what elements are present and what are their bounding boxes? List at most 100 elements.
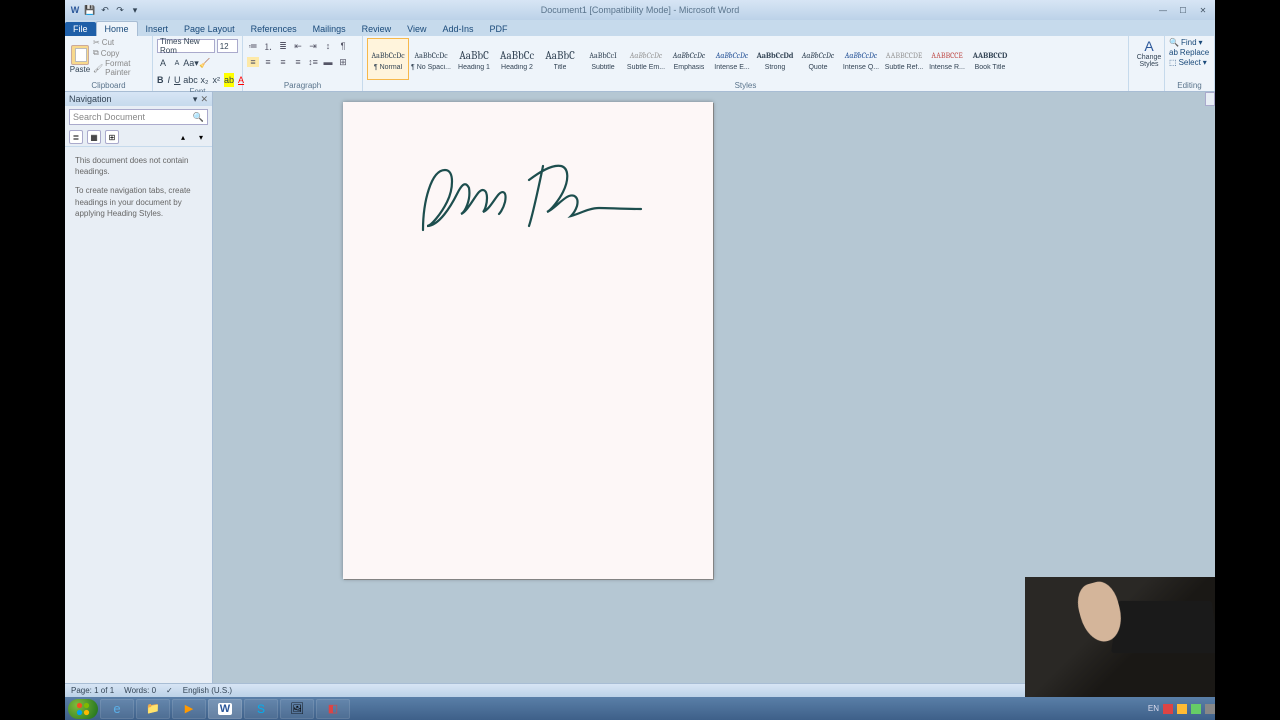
- tab-insert[interactable]: Insert: [138, 22, 177, 36]
- style--no-spaci-[interactable]: AaBbCcDc¶ No Spaci...: [410, 38, 452, 80]
- line-spacing-icon[interactable]: ↕≡: [307, 57, 319, 67]
- status-language[interactable]: English (U.S.): [183, 686, 232, 695]
- format-painter-button[interactable]: 🖌 Format Painter: [93, 59, 148, 77]
- style-emphasis[interactable]: AaBbCcDcEmphasis: [668, 38, 710, 80]
- tab-review[interactable]: Review: [354, 22, 400, 36]
- save-icon[interactable]: 💾: [84, 4, 96, 16]
- tab-view[interactable]: View: [399, 22, 434, 36]
- change-case-icon[interactable]: Aa▾: [185, 56, 197, 70]
- style-heading-2[interactable]: AaBbCcHeading 2: [496, 38, 538, 80]
- strike-button[interactable]: abc: [185, 73, 197, 87]
- search-icon[interactable]: 🔍: [193, 112, 204, 123]
- redo-icon[interactable]: ↷: [114, 4, 126, 16]
- justify-icon[interactable]: ≡: [292, 57, 304, 67]
- style-subtle-em-[interactable]: AaBbCcDcSubtle Em...: [625, 38, 667, 80]
- tab-references[interactable]: References: [243, 22, 305, 36]
- align-center-icon[interactable]: ≡: [262, 57, 274, 67]
- styles-group: AaBbCcDc¶ NormalAaBbCcDc¶ No Spaci...AaB…: [363, 36, 1129, 91]
- style--normal[interactable]: AaBbCcDc¶ Normal: [367, 38, 409, 80]
- align-left-icon[interactable]: ≡: [247, 57, 259, 67]
- tray-lang[interactable]: EN: [1148, 704, 1159, 714]
- ruler-toggle[interactable]: [1205, 92, 1215, 106]
- highlight-button[interactable]: ab: [224, 73, 234, 87]
- style-intense-q-[interactable]: AaBbCcDcIntense Q...: [840, 38, 882, 80]
- style-subtitle[interactable]: AaBbCcISubtitle: [582, 38, 624, 80]
- undo-icon[interactable]: ↶: [99, 4, 111, 16]
- borders-icon[interactable]: ⊞: [337, 57, 349, 68]
- style-book-title[interactable]: AABBCCDBook Title: [969, 38, 1011, 80]
- replace-button[interactable]: ab Replace: [1169, 48, 1210, 57]
- taskbar-skype[interactable]: S: [244, 699, 278, 719]
- window-title: Document1 [Compatibility Mode] - Microso…: [541, 5, 739, 15]
- taskbar-app[interactable]: ◧: [316, 699, 350, 719]
- indent-icon[interactable]: ⇥: [307, 41, 319, 52]
- nav-up-icon[interactable]: ▴: [176, 130, 190, 144]
- style-strong[interactable]: AaBbCcDdStrong: [754, 38, 796, 80]
- taskbar-ie[interactable]: e: [100, 699, 134, 719]
- taskbar-word[interactable]: W: [208, 699, 242, 719]
- style-subtle-ref-[interactable]: AABBCCDESubtle Ref...: [883, 38, 925, 80]
- align-right-icon[interactable]: ≡: [277, 57, 289, 67]
- clear-format-icon[interactable]: 🧹: [199, 56, 211, 70]
- multilevel-icon[interactable]: ≣: [277, 41, 289, 52]
- italic-button[interactable]: I: [168, 73, 171, 87]
- underline-button[interactable]: U: [174, 73, 181, 87]
- maximize-icon[interactable]: ☐: [1175, 6, 1191, 15]
- paste-button[interactable]: Paste: [69, 38, 91, 80]
- nav-tab-results[interactable]: ⊞: [105, 130, 119, 144]
- sort-icon[interactable]: ↕: [322, 41, 334, 51]
- dedent-icon[interactable]: ⇤: [292, 41, 304, 52]
- nav-dropdown-icon[interactable]: ▾: [193, 94, 198, 105]
- document-page[interactable]: [343, 102, 713, 579]
- taskbar-pictures[interactable]: 🖼: [280, 699, 314, 719]
- status-words[interactable]: Words: 0: [124, 686, 156, 695]
- subscript-button[interactable]: x₂: [201, 73, 209, 87]
- tray-icon-2[interactable]: [1177, 704, 1187, 714]
- style-intense-r-[interactable]: AABBCCEIntense R...: [926, 38, 968, 80]
- nav-tab-headings[interactable]: ≣: [69, 130, 83, 144]
- minimize-icon[interactable]: —: [1155, 6, 1171, 15]
- style-heading-1[interactable]: AaBbCHeading 1: [453, 38, 495, 80]
- font-size-select[interactable]: 12: [217, 39, 238, 53]
- change-styles-button[interactable]: A Change Styles: [1133, 38, 1165, 68]
- nav-empty-msg1: This document does not contain headings.: [75, 155, 202, 177]
- tab-pdf[interactable]: PDF: [482, 22, 516, 36]
- tab-addins[interactable]: Add-Ins: [435, 22, 482, 36]
- superscript-button[interactable]: x²: [213, 73, 221, 87]
- shrink-font-icon[interactable]: A: [171, 56, 183, 70]
- style-title[interactable]: AaBbCTitle: [539, 38, 581, 80]
- close-icon[interactable]: ✕: [1195, 6, 1211, 15]
- font-family-select[interactable]: Times New Rom: [157, 39, 215, 53]
- tab-home[interactable]: Home: [96, 21, 138, 36]
- tray-icon-4[interactable]: [1205, 704, 1215, 714]
- find-button[interactable]: 🔍 Find ▾: [1169, 38, 1210, 47]
- start-button[interactable]: [68, 699, 98, 719]
- nav-close-icon[interactable]: ✕: [200, 94, 208, 105]
- cut-button[interactable]: ✂ Cut: [93, 38, 148, 47]
- status-proofing-icon[interactable]: ✓: [166, 686, 173, 695]
- ribbon: Paste ✂ Cut ⧉ Copy 🖌 Format Painter Clip…: [65, 36, 1215, 92]
- style-quote[interactable]: AaBbCcDcQuote: [797, 38, 839, 80]
- taskbar-explorer[interactable]: 📁: [136, 699, 170, 719]
- tab-file[interactable]: File: [65, 22, 96, 36]
- grow-font-icon[interactable]: A: [157, 56, 169, 70]
- qat-more-icon[interactable]: ▾: [129, 4, 141, 16]
- style-intense-e-[interactable]: AaBbCcDcIntense E...: [711, 38, 753, 80]
- nav-down-icon[interactable]: ▾: [194, 130, 208, 144]
- shading-icon[interactable]: ▬: [322, 57, 334, 67]
- bullets-icon[interactable]: ≔: [247, 41, 259, 52]
- tab-mailings[interactable]: Mailings: [305, 22, 354, 36]
- nav-search-input[interactable]: Search Document 🔍: [69, 109, 208, 125]
- tab-page-layout[interactable]: Page Layout: [176, 22, 243, 36]
- tray-icon-1[interactable]: [1163, 704, 1173, 714]
- showmarks-icon[interactable]: ¶: [337, 41, 349, 51]
- status-page[interactable]: Page: 1 of 1: [71, 686, 114, 695]
- select-button[interactable]: ⬚ Select ▾: [1169, 58, 1210, 67]
- ribbon-tabs: File Home Insert Page Layout References …: [65, 20, 1215, 36]
- taskbar-wmp[interactable]: ▶: [172, 699, 206, 719]
- bold-button[interactable]: B: [157, 73, 164, 87]
- tray-icon-3[interactable]: [1191, 704, 1201, 714]
- numbering-icon[interactable]: ⒈: [262, 40, 274, 53]
- nav-tab-pages[interactable]: ▦: [87, 130, 101, 144]
- copy-button[interactable]: ⧉ Copy: [93, 48, 148, 58]
